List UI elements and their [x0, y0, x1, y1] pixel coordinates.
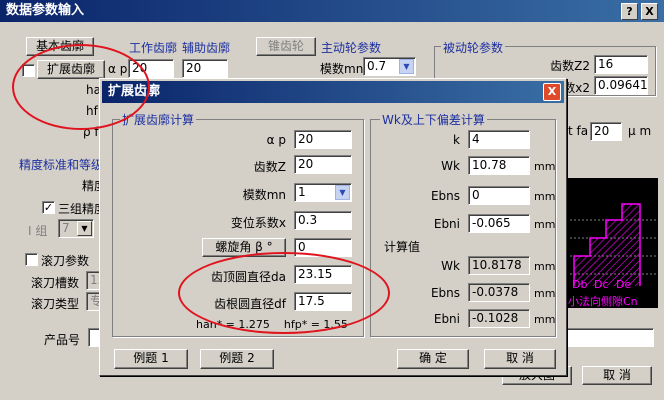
helix-angle-button[interactable]: 螺旋角 β °: [202, 238, 286, 257]
product-input-right[interactable]: [566, 328, 654, 347]
chart-bar-4: [622, 204, 640, 286]
shift-coef-input[interactable]: 0.3: [294, 211, 352, 230]
driving-gear-group-title: 主动轮参数: [321, 41, 382, 55]
tfa-label: t fa: [568, 124, 589, 138]
group3-checkbox[interactable]: ✓: [42, 201, 55, 214]
rho-label: ρ f: [83, 125, 99, 139]
ext-profile-checkbox[interactable]: [22, 64, 35, 77]
calc-ebns-unit: mm: [534, 287, 556, 300]
formula-footer: han* = 1.275 hfp* = 1.55: [196, 318, 348, 331]
ext-profile-button[interactable]: 扩展齿廓: [37, 60, 105, 79]
dialog-close-button[interactable]: X: [543, 83, 561, 101]
chart-label-de: De: [616, 278, 632, 291]
hob-slots-label: 滚刀槽数: [31, 276, 80, 290]
hf-label: hf: [86, 104, 98, 118]
main-close-button[interactable]: X: [641, 3, 658, 20]
group1-label: I 组: [28, 224, 48, 238]
tfa-input[interactable]: 20: [590, 122, 622, 141]
chevron-down-icon[interactable]: ▼: [399, 59, 414, 74]
alpha-p-label: α p: [266, 133, 286, 147]
example-2-button[interactable]: 例题 2: [200, 349, 274, 369]
aux-profile-label: 辅助齿廓: [182, 41, 231, 55]
root-diameter-label: 齿根圆直径df: [214, 297, 286, 311]
calc-ebns-label: Ebns: [430, 286, 460, 300]
chart-label-db: Db: [572, 278, 588, 291]
module-combo-value: 0.7: [367, 59, 387, 73]
main-cancel-button[interactable]: 取 消: [582, 366, 652, 385]
example-1-button[interactable]: 例题 1: [114, 349, 188, 369]
bevel-gear-button[interactable]: 锥齿轮: [256, 37, 316, 56]
tolerance-chart: Db Dc De 小法向侧隙Cn: [566, 178, 658, 308]
precision-group-title: 精度标准和等级: [19, 158, 104, 172]
module-mn-label: 模数mn: [242, 188, 286, 202]
alpha-aux-input[interactable]: 20: [182, 59, 228, 78]
chevron-down-icon[interactable]: ▼: [335, 185, 350, 200]
dialog-title: 扩展齿廓: [108, 84, 161, 99]
ok-button[interactable]: 确 定: [397, 349, 469, 369]
tip-diameter-label: 齿顶圆直径da: [211, 270, 286, 284]
work-profile-label: 工作齿廓: [129, 41, 178, 55]
calc-wk-value: 10.8178: [468, 256, 530, 275]
calc-ebns-value: -0.0378: [468, 283, 530, 302]
module-label: 模数mn: [320, 62, 364, 76]
dialog-title-bar: 扩展齿廓: [102, 81, 564, 103]
module-mn-combo-value: 1: [298, 185, 306, 199]
dialog-cancel-button[interactable]: 取 消: [484, 349, 556, 369]
wk-input[interactable]: 10.78: [468, 156, 530, 175]
calc-ebni-unit: mm: [534, 313, 556, 326]
calc-wk-unit: mm: [534, 260, 556, 273]
alpha-work-input[interactable]: 20: [128, 59, 174, 78]
group1-combo-value: 7: [62, 221, 70, 235]
ext-profile-dialog: 扩展齿廓 X 扩展齿廓计算 α p 20 齿数Z 20 模数mn 1 ▼ 变位系…: [99, 78, 567, 376]
calc-ebni-label: Ebni: [433, 312, 460, 326]
help-button[interactable]: ?: [621, 3, 638, 20]
z2-input[interactable]: 16: [594, 55, 648, 74]
shift-coef-label: 变位系数x: [230, 216, 286, 230]
ebns-input[interactable]: 0: [468, 186, 530, 205]
k-input[interactable]: 4: [468, 130, 530, 149]
chart-caption: 小法向侧隙Cn: [568, 295, 638, 308]
main-title: 数据参数输入: [6, 3, 85, 18]
teeth-input[interactable]: 20: [294, 155, 352, 174]
wk-group-title: Wk及上下偏差计算: [380, 111, 487, 128]
hob-checkbox[interactable]: [25, 253, 38, 266]
calc-wk-label: Wk: [441, 259, 460, 273]
hob-label: 滚刀参数: [41, 254, 90, 268]
wk-label: Wk: [441, 159, 460, 173]
driven-gear-group-title: 被动轮参数: [441, 39, 506, 56]
chart-label-dc: Dc: [594, 278, 609, 291]
z2-label: 齿数Z2: [550, 59, 590, 73]
ext-calc-group-title: 扩展齿廓计算: [120, 111, 197, 128]
hob-type-label: 滚刀类型: [31, 297, 80, 311]
alpha-p-input[interactable]: 20: [294, 130, 352, 149]
product-label: 产品号: [44, 333, 81, 347]
module-mn-combo[interactable]: 1 ▼: [294, 183, 352, 202]
tip-diameter-input[interactable]: 23.15: [294, 265, 352, 284]
alpha-label: α p: [108, 62, 128, 76]
chart-bar-3: [606, 220, 622, 286]
x2-input[interactable]: 0.096417: [594, 76, 648, 95]
ebni-label: Ebni: [433, 217, 460, 231]
basic-profile-button[interactable]: 基本齿廓: [26, 37, 94, 56]
ebns-unit: mm: [534, 190, 556, 203]
module-combo[interactable]: 0.7 ▼: [363, 57, 416, 76]
group1-combo[interactable]: 7 ▼: [58, 219, 94, 238]
tfa-unit: μ m: [628, 124, 652, 138]
k-label: k: [453, 133, 460, 147]
calc-ebni-value: -0.1028: [468, 309, 530, 328]
main-title-bar: 数据参数输入: [0, 0, 664, 22]
ebni-input[interactable]: -0.065: [468, 214, 530, 233]
teeth-label: 齿数Z: [253, 160, 286, 174]
helix-angle-input[interactable]: 0: [294, 238, 352, 257]
ebns-label: Ebns: [430, 189, 460, 203]
chevron-down-icon[interactable]: ▼: [77, 221, 92, 236]
root-diameter-input[interactable]: 17.5: [294, 292, 352, 311]
wk-unit: mm: [534, 160, 556, 173]
ebni-unit: mm: [534, 218, 556, 231]
calc-values-title: 计算值: [384, 240, 421, 254]
